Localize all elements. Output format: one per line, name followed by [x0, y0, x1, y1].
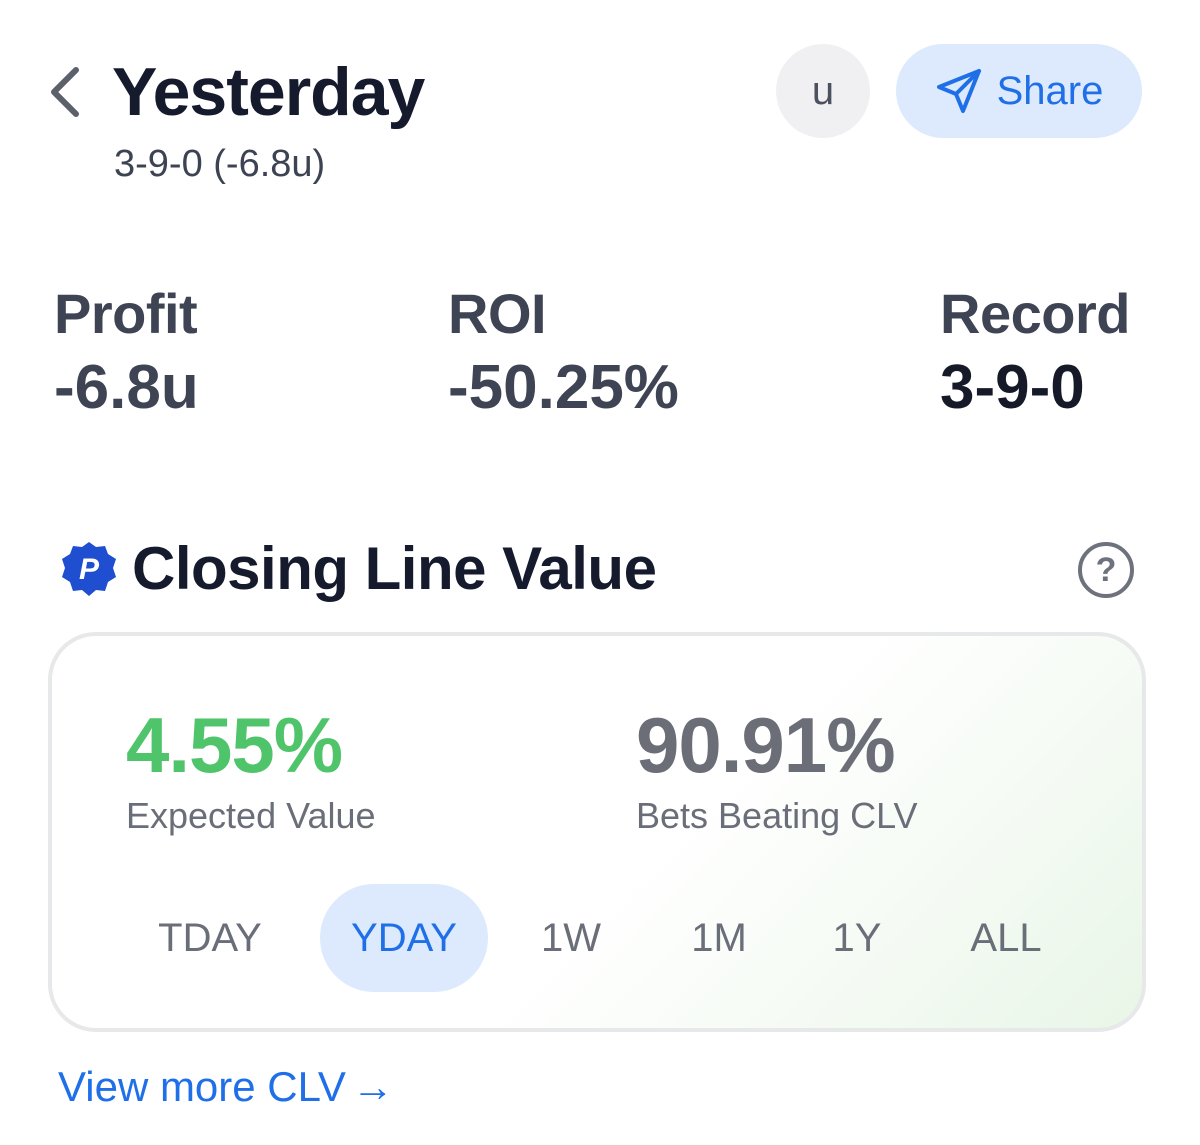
avatar-letter: u: [811, 68, 835, 113]
logo-letter: P: [79, 553, 100, 586]
stat-roi: ROI -50.25%: [448, 282, 679, 426]
stat-record: Record 3-9-0: [940, 282, 1130, 426]
stat-value: -6.8u: [54, 353, 199, 422]
bets-beating-value: 90.91%: [636, 701, 896, 789]
question-circle-icon[interactable]: ?: [1078, 542, 1134, 598]
tab-1y[interactable]: 1Y: [792, 884, 922, 992]
tab-all[interactable]: ALL: [936, 884, 1076, 992]
page-title: Yesterday: [112, 54, 425, 130]
time-range-tabs: TDAY YDAY 1W 1M 1Y ALL: [126, 884, 1086, 992]
arrow-right-icon: →: [351, 1063, 394, 1110]
tab-tday[interactable]: TDAY: [126, 884, 294, 992]
expected-value: 4.55%: [126, 701, 343, 789]
chevron-left-icon: [51, 67, 79, 117]
stat-label: Profit: [54, 282, 198, 345]
help-symbol: ?: [1095, 550, 1117, 589]
bets-beating-label: Bets Beating CLV: [636, 795, 918, 836]
share-button[interactable]: Share: [896, 44, 1142, 138]
stat-label: ROI: [448, 282, 547, 345]
share-label: Share: [996, 68, 1104, 113]
back-button[interactable]: [40, 62, 90, 122]
expected-value-metric: 4.55% Expected Value: [126, 702, 376, 838]
paper-plane-icon: [936, 69, 981, 113]
tab-1m[interactable]: 1M: [654, 884, 784, 992]
stat-profit: Profit -6.8u: [54, 282, 199, 426]
clv-card: 4.55% Expected Value 90.91% Bets Beating…: [48, 632, 1146, 1032]
view-more-label: View more CLV: [58, 1063, 346, 1110]
stat-value: 3-9-0: [940, 353, 1085, 422]
badge-p-icon: P: [62, 542, 116, 596]
stat-value: -50.25%: [448, 353, 679, 422]
clv-section-title: Closing Line Value: [132, 535, 657, 602]
page-subtitle: 3-9-0 (-6.8u): [114, 143, 326, 185]
tab-yday[interactable]: YDAY: [320, 884, 488, 992]
view-more-clv-link[interactable]: View more CLV →: [58, 1062, 394, 1112]
tab-1w[interactable]: 1W: [506, 884, 636, 992]
yesterday-screen: Yesterday 3-9-0 (-6.8u) u Share Profit -…: [0, 0, 1200, 1145]
stat-label: Record: [940, 282, 1130, 345]
expected-value-label: Expected Value: [126, 795, 376, 836]
bets-beating-metric: 90.91% Bets Beating CLV: [636, 702, 918, 838]
avatar[interactable]: u: [776, 44, 870, 138]
